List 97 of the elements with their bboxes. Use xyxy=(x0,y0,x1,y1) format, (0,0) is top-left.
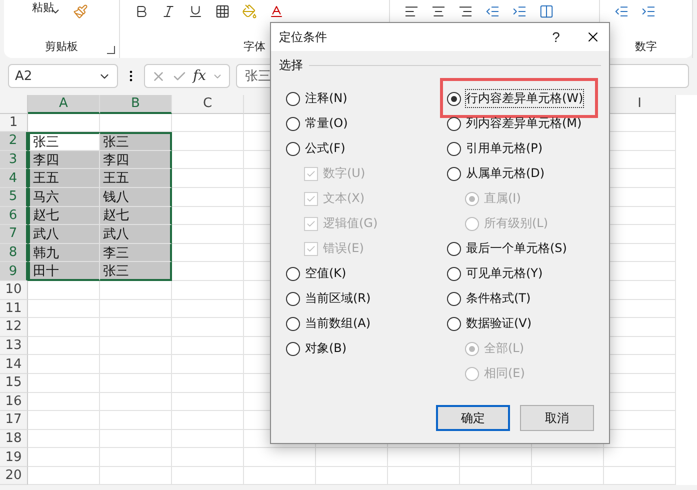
option-label[interactable]: 公式(F) xyxy=(305,140,346,157)
row-header[interactable]: 8 xyxy=(0,244,28,262)
row-header[interactable]: 3 xyxy=(0,150,28,170)
align-right-icon[interactable] xyxy=(458,4,473,19)
name-box[interactable]: A2 xyxy=(8,64,118,88)
launcher-icon[interactable] xyxy=(107,46,116,54)
option-label[interactable]: 当前数组(A) xyxy=(305,315,371,332)
table-cell: 韩九 xyxy=(28,244,100,262)
radio-button[interactable] xyxy=(447,292,461,306)
table-cell: 李四 xyxy=(100,150,172,170)
dialog-title: 定位条件 xyxy=(279,28,328,46)
option-label[interactable]: 空值(K) xyxy=(305,265,346,282)
radio-button[interactable] xyxy=(447,142,461,156)
paste-label[interactable]: 粘贴 xyxy=(32,0,54,15)
decrease-indent-icon[interactable] xyxy=(484,4,500,19)
check-icon xyxy=(306,194,316,204)
option-label[interactable]: 列内容差异单元格(M) xyxy=(466,115,582,132)
radio-button[interactable] xyxy=(286,292,300,306)
insert-function-label[interactable]: fx xyxy=(193,68,206,84)
radio-button[interactable] xyxy=(286,142,300,156)
column-header[interactable]: B xyxy=(100,95,172,114)
table-cell: 王五 xyxy=(100,169,172,188)
radio-button[interactable] xyxy=(286,316,300,330)
radio-button[interactable] xyxy=(447,92,461,106)
row-header[interactable]: 20 xyxy=(0,466,28,486)
row-header[interactable]: 7 xyxy=(0,225,28,244)
option-label[interactable]: 引用单元格(P) xyxy=(466,140,543,157)
radio-button[interactable] xyxy=(286,266,300,280)
table-cell: 李四 xyxy=(28,150,100,170)
group-label: 字体 xyxy=(244,39,266,54)
radio-button[interactable] xyxy=(447,266,461,280)
radio-button[interactable] xyxy=(447,316,461,330)
row-header[interactable]: 19 xyxy=(0,448,28,467)
column-header[interactable]: A xyxy=(28,95,100,114)
row-header[interactable]: 4 xyxy=(0,169,28,188)
check-icon xyxy=(306,244,316,254)
radio-button[interactable] xyxy=(286,116,300,130)
row-header[interactable]: 14 xyxy=(0,355,28,374)
row-header[interactable]: 2 xyxy=(0,132,28,151)
table-cell: 钱八 xyxy=(100,188,172,207)
group-label: 数字 xyxy=(634,39,657,54)
column-header[interactable]: C xyxy=(172,95,244,114)
check-icon xyxy=(306,168,316,178)
table-cell: 武八 xyxy=(100,225,172,244)
row-header[interactable]: 9 xyxy=(0,262,28,281)
row-header[interactable]: 10 xyxy=(0,280,28,300)
option-label[interactable]: 从属单元格(D) xyxy=(466,165,545,182)
help-button[interactable]: ? xyxy=(541,28,571,46)
check-icon xyxy=(306,218,316,228)
radio-button[interactable] xyxy=(447,242,461,256)
row-header[interactable]: 13 xyxy=(0,336,28,356)
radio-button[interactable] xyxy=(447,166,461,180)
option-label[interactable]: 条件格式(T) xyxy=(466,290,531,307)
row-header[interactable]: 5 xyxy=(0,188,28,207)
align-center-icon[interactable] xyxy=(430,4,446,19)
increase-indent-icon[interactable] xyxy=(512,4,527,19)
dialog-button[interactable]: 取消 xyxy=(520,405,594,431)
option-label[interactable]: 注释(N) xyxy=(305,90,348,107)
row-header[interactable]: 6 xyxy=(0,206,28,226)
group-label: 选择 xyxy=(279,57,303,74)
option-label[interactable]: 最后一个单元格(S) xyxy=(466,240,567,257)
table-cell: 张三 xyxy=(100,132,172,151)
align-left-icon[interactable] xyxy=(404,4,419,19)
paintbrush-icon[interactable] xyxy=(73,4,88,19)
italic-icon[interactable] xyxy=(161,4,176,19)
table-cell: 武八 xyxy=(28,225,100,244)
row-header[interactable]: 17 xyxy=(0,411,28,430)
radio-button[interactable] xyxy=(286,92,300,106)
row-header[interactable]: 16 xyxy=(0,392,28,412)
row-header[interactable]: 15 xyxy=(0,374,28,392)
radio-button[interactable] xyxy=(447,116,461,130)
table-cell: 王五 xyxy=(28,169,100,188)
group-label: 剪贴板 xyxy=(45,39,78,54)
table-cell: 张三 xyxy=(100,262,172,281)
option-label[interactable]: 数据验证(V) xyxy=(466,315,532,332)
table-cell: 马六 xyxy=(28,188,100,207)
option-label[interactable]: 对象(B) xyxy=(305,340,347,357)
table-cell: 田十 xyxy=(28,262,100,281)
row-header[interactable]: 1 xyxy=(0,114,28,132)
underline-icon[interactable] xyxy=(188,4,204,19)
font-color-icon[interactable] xyxy=(269,4,284,19)
option-label[interactable]: 可见单元格(Y) xyxy=(466,265,543,282)
fill-color-icon[interactable] xyxy=(242,4,258,19)
row-header[interactable]: 12 xyxy=(0,318,28,337)
radio-button[interactable] xyxy=(286,342,300,356)
table-cell: 张三 xyxy=(28,132,100,151)
option-label[interactable]: 常量(O) xyxy=(305,115,348,132)
dialog-button[interactable]: 确定 xyxy=(436,405,510,431)
merge-icon[interactable] xyxy=(538,4,554,19)
table-cell: 赵七 xyxy=(28,206,100,226)
table-cell: 李三 xyxy=(100,244,172,262)
table-cell: 赵七 xyxy=(100,206,172,226)
option-label[interactable]: 当前区域(R) xyxy=(305,290,371,307)
borders-icon[interactable] xyxy=(215,4,230,19)
option-label[interactable]: 行内容差异单元格(W) xyxy=(466,90,584,107)
row-header[interactable]: 18 xyxy=(0,430,28,448)
row-header[interactable]: 11 xyxy=(0,300,28,318)
